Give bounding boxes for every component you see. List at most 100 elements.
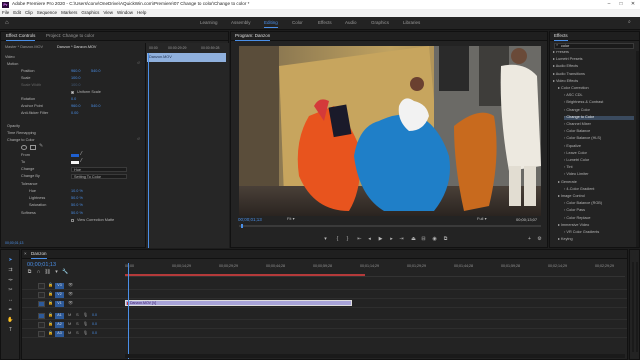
- workspace-tab-assembly[interactable]: Assembly: [231, 20, 251, 26]
- from-eyedropper-icon[interactable]: ⁄: [81, 152, 82, 157]
- workspace-tab-audio[interactable]: Audio: [345, 20, 357, 26]
- menu-sequence[interactable]: Sequence: [37, 10, 57, 16]
- track-lock-icon[interactable]: 🔒: [48, 313, 53, 318]
- menu-file[interactable]: File: [2, 10, 9, 16]
- effects-scrollbar[interactable]: [636, 51, 639, 247]
- hue-value[interactable]: 10.0 %: [71, 189, 83, 194]
- extract-icon[interactable]: ⊟: [421, 237, 426, 242]
- zoom-fit-dropdown[interactable]: Fit ▾: [287, 217, 309, 223]
- close-icon[interactable]: ✕: [627, 0, 639, 9]
- effects-tree-item[interactable]: ▪ 4-Color Gradient: [564, 187, 634, 192]
- source-patch-toggle[interactable]: [38, 283, 45, 289]
- voice-over-icon[interactable]: 🎙: [83, 322, 88, 326]
- mark-out-icon[interactable]: }: [345, 237, 350, 242]
- effects-tree-item[interactable]: ▪ Brightness & Contrast: [564, 100, 634, 105]
- effects-tree-item[interactable]: ▸ Generate: [558, 180, 634, 185]
- linked-selection-icon[interactable]: ⛓: [44, 270, 50, 275]
- razor-tool-icon[interactable]: ✂: [8, 288, 13, 293]
- playback-resolution-dropdown[interactable]: Full ▾: [477, 217, 497, 223]
- effects-tree-item[interactable]: ▸ Image Control: [558, 194, 634, 199]
- position-y-value[interactable]: 540.0: [91, 69, 101, 74]
- maximize-icon[interactable]: □: [615, 0, 627, 9]
- effects-tree-item[interactable]: ▸ Immersive Video: [558, 223, 634, 228]
- program-playhead[interactable]: [241, 224, 243, 228]
- track-lock-icon[interactable]: 🔒: [48, 322, 53, 327]
- menu-markers[interactable]: Markers: [61, 10, 77, 16]
- solo-toggle-icon[interactable]: S: [76, 331, 79, 335]
- voice-over-icon[interactable]: 🎙: [83, 313, 88, 317]
- effects-tree-item[interactable]: ▪ ASC CDL: [564, 93, 634, 98]
- rotation-value[interactable]: 0.0: [71, 97, 76, 102]
- button-editor-plus-icon[interactable]: +: [527, 237, 532, 242]
- timeline-settings-icon[interactable]: 🔧: [62, 270, 68, 275]
- pen-mask-icon[interactable]: ✎: [39, 144, 43, 149]
- menu-edit[interactable]: Edit: [13, 10, 21, 16]
- timeline-timecode[interactable]: 00;00;01;13: [27, 262, 56, 269]
- view-mask-checkbox[interactable]: [71, 219, 74, 222]
- effects-tree-item[interactable]: ▪ Leave Color: [564, 151, 634, 156]
- track-volume-value[interactable]: 0.0: [92, 322, 97, 327]
- effects-tree-item[interactable]: ▸ Video Effects: [553, 79, 634, 84]
- solo-toggle-icon[interactable]: S: [76, 322, 79, 326]
- position-x-value[interactable]: 960.0: [71, 69, 81, 74]
- uniform-scale-checkbox[interactable]: [71, 91, 74, 94]
- effects-tree-item[interactable]: ▪ Color Balance (HLS): [564, 136, 634, 141]
- timeline-scrollbar[interactable]: [125, 354, 625, 358]
- voice-over-icon[interactable]: 🎙: [83, 331, 88, 335]
- workspace-tab-libraries[interactable]: Libraries: [403, 20, 420, 26]
- mute-toggle-icon[interactable]: M: [68, 331, 71, 335]
- fx-change-to-color-label[interactable]: Change to Color: [7, 138, 35, 144]
- workspace-tab-graphics[interactable]: Graphics: [371, 20, 389, 26]
- selection-tool-icon[interactable]: ➤: [8, 258, 13, 263]
- mute-toggle-icon[interactable]: M: [68, 313, 71, 317]
- effects-tree-item[interactable]: ▸ Lumetri Presets: [553, 57, 634, 62]
- ripple-edit-tool-icon[interactable]: ⟛: [8, 278, 13, 283]
- timeline-marker-icon[interactable]: ▾: [54, 270, 59, 275]
- rectangle-mask-icon[interactable]: [30, 145, 36, 150]
- sequence-clip-breadcrumb[interactable]: Danzon * Danzon.MOV: [57, 45, 96, 50]
- track-lock-icon[interactable]: 🔒: [48, 301, 53, 306]
- type-tool-icon[interactable]: T: [8, 328, 13, 333]
- add-marker-icon[interactable]: ▾: [323, 237, 328, 242]
- track-lock-icon[interactable]: 🔒: [48, 331, 53, 336]
- source-patch-toggle[interactable]: [38, 292, 45, 298]
- program-monitor-title[interactable]: Program: Danzon: [235, 33, 271, 41]
- fx-opacity-label[interactable]: Opacity: [7, 124, 20, 130]
- settings-wrench-icon[interactable]: ⚙: [537, 237, 542, 242]
- track-target-label[interactable]: A1: [55, 313, 64, 319]
- track-volume-value[interactable]: 0.0: [92, 313, 97, 318]
- effects-search-input[interactable]: ⌕ color: [554, 43, 634, 49]
- track-target-label[interactable]: V3: [55, 283, 64, 289]
- effects-tree-item[interactable]: ▸ Color Correction: [558, 86, 634, 91]
- effects-tree-item[interactable]: ▸ Audio Transitions: [553, 72, 634, 77]
- eye-toggle-icon[interactable]: 👁: [68, 283, 73, 287]
- effects-tree-item[interactable]: ▪ VR Color Gradients: [564, 230, 634, 235]
- effects-tree-item[interactable]: ▪ Color Balance: [564, 129, 634, 134]
- effects-tree-item[interactable]: ▪ Color Pass: [564, 208, 634, 213]
- program-video-frame[interactable]: [239, 46, 541, 216]
- source-patch-toggle[interactable]: [38, 331, 45, 337]
- timeline-playhead[interactable]: [128, 263, 129, 359]
- effects-tree-item[interactable]: ▪ Change to Color: [564, 115, 634, 120]
- timeline-sequence-tab[interactable]: Danzon: [31, 251, 47, 259]
- effects-panel-title[interactable]: Effects: [554, 33, 568, 41]
- go-to-out-icon[interactable]: ⇥: [399, 237, 404, 242]
- lift-icon[interactable]: ⏏: [411, 237, 416, 242]
- change-dropdown[interactable]: Hue: [71, 167, 127, 172]
- source-patch-toggle[interactable]: [38, 313, 45, 319]
- step-back-icon[interactable]: ◂: [367, 237, 372, 242]
- effects-tree-item[interactable]: ▪ Equalize: [564, 144, 634, 149]
- hand-tool-icon[interactable]: ✋: [7, 318, 13, 323]
- lightness-value[interactable]: 50.0 %: [71, 196, 83, 201]
- export-frame-icon[interactable]: ◉: [432, 237, 437, 242]
- track-volume-value[interactable]: 0.0: [92, 331, 97, 336]
- solo-toggle-icon[interactable]: S: [76, 313, 79, 317]
- track-lock-icon[interactable]: 🔒: [48, 292, 53, 297]
- search-icon[interactable]: ⌕: [628, 20, 635, 26]
- pen-tool-icon[interactable]: ✒: [8, 308, 13, 313]
- effects-tree-item[interactable]: ▸ Keying: [558, 237, 634, 242]
- motion-reset-icon[interactable]: ↺: [137, 61, 140, 65]
- ec-mini-timeline[interactable]: 00:00 00:00:29:29 00:00:59:28 Danzon.MOV: [145, 43, 229, 248]
- tab-project[interactable]: Project: Change to color: [46, 33, 94, 39]
- snap-icon[interactable]: ∩: [36, 270, 41, 275]
